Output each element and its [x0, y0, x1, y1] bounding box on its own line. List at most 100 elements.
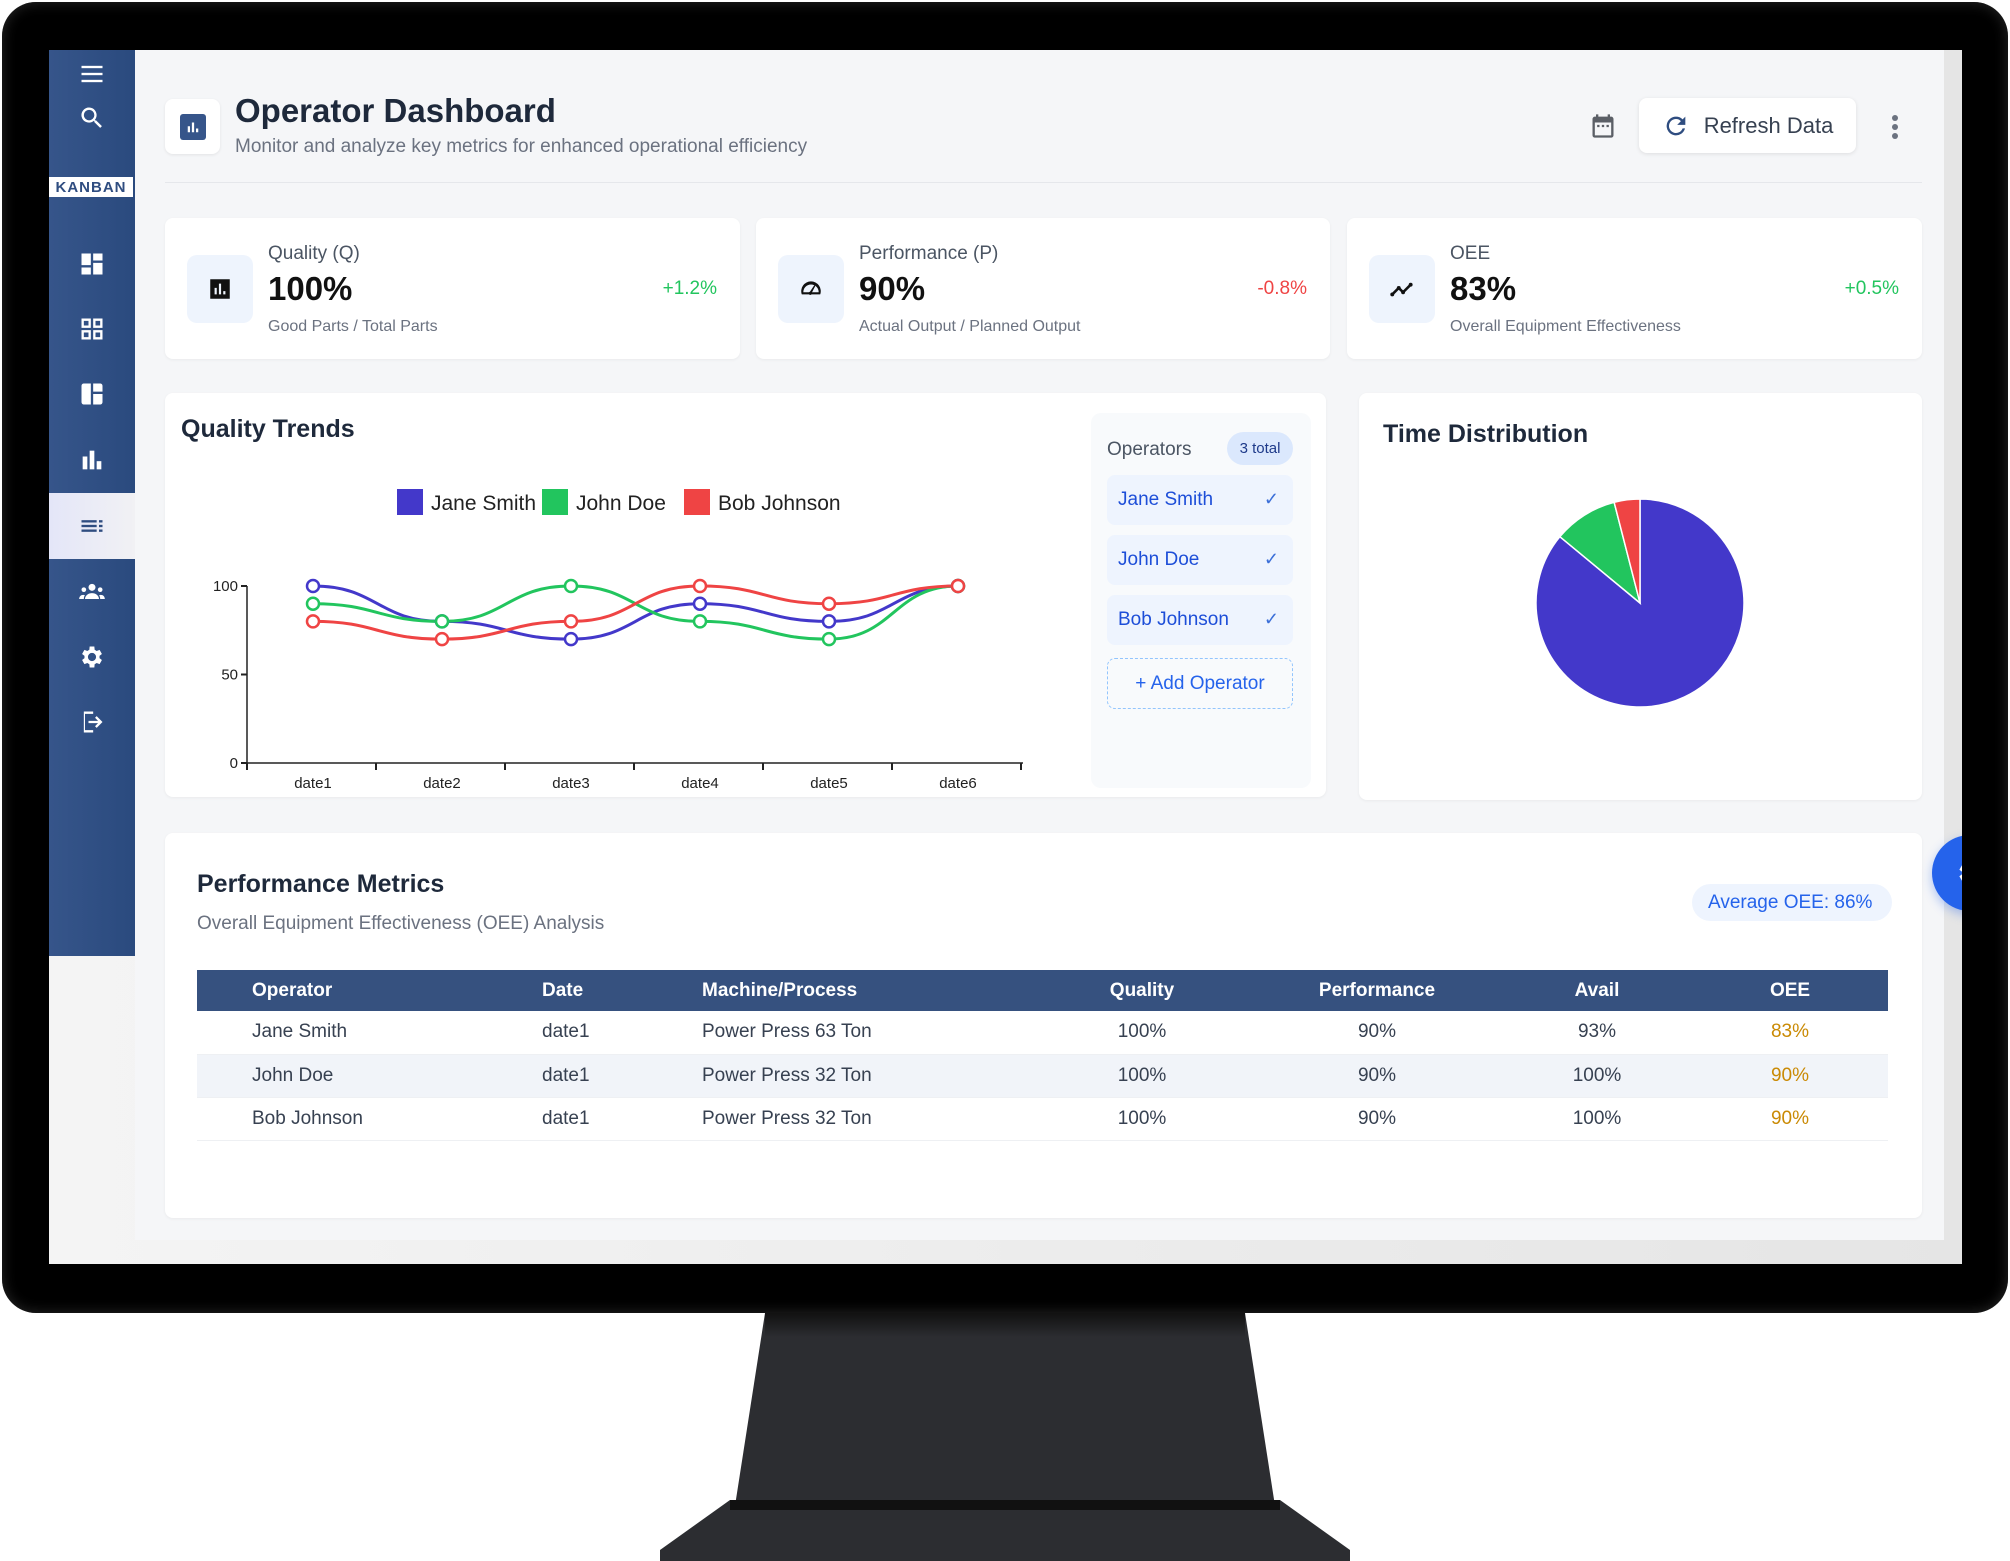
sidebar-item-settings[interactable]	[49, 625, 135, 689]
cell-performance: 90%	[1252, 1011, 1502, 1055]
kpi-label: OEE	[1450, 243, 1491, 264]
dashboard-icon	[81, 253, 103, 275]
column-header-performance[interactable]: Performance	[1252, 970, 1502, 1011]
data-point	[434, 614, 450, 629]
kpi-value: 100%	[268, 270, 353, 307]
cell-operator: John Doe	[197, 1054, 542, 1098]
column-header-quality[interactable]: Quality	[1032, 970, 1252, 1011]
check-icon: ✓	[1263, 489, 1279, 509]
performance-metrics-title: Performance Metrics	[197, 870, 445, 898]
kpi-icon-box	[1369, 255, 1435, 323]
bar-chart-icon	[187, 122, 198, 132]
x-tick-label: date5	[810, 775, 848, 792]
calendar-button[interactable]	[1586, 109, 1620, 143]
cell-quality: 100%	[1032, 1097, 1252, 1141]
sidebar-search-button[interactable]	[49, 86, 135, 150]
apps-grid-icon	[81, 318, 103, 340]
kpi-icon-box	[187, 255, 253, 323]
time-distribution-chart	[1535, 498, 1745, 708]
sidebar-item-logout[interactable]	[49, 690, 135, 754]
column-header-operator[interactable]: Operator	[197, 970, 542, 1011]
kpi-label: Performance (P)	[859, 243, 999, 264]
kpi-subtitle: Overall Equipment Effectiveness	[1450, 318, 1681, 335]
cell-oee: 83%	[1692, 1011, 1888, 1055]
y-tick-label: 100	[213, 578, 238, 595]
quality-trends-card: Quality Trends 0 50 100 date1 date2 date3 date…	[165, 393, 1326, 797]
operator-item[interactable]: Jane Smith ✓	[1107, 475, 1293, 525]
data-point	[305, 578, 321, 594]
bar-chart-icon	[210, 279, 230, 299]
more-options-button[interactable]	[1885, 112, 1905, 142]
table-row[interactable]: Jane Smith date1 Power Press 63 Ton 100%…	[197, 1011, 1888, 1055]
data-point	[305, 614, 321, 629]
add-operator-button[interactable]: + Add Operator	[1107, 658, 1293, 709]
sidebar-item-team[interactable]	[49, 560, 135, 624]
data-point	[692, 614, 708, 629]
data-point	[692, 596, 708, 611]
refresh-icon	[1666, 116, 1686, 135]
settings-icon	[82, 646, 102, 668]
cell-machine: Power Press 32 Ton	[702, 1054, 1032, 1098]
kpi-delta: +1.2%	[662, 278, 717, 299]
sidebar-item-analytics[interactable]	[49, 428, 135, 492]
settings-fab-button[interactable]	[1932, 835, 1962, 911]
legend-label: John Doe	[576, 492, 666, 515]
column-header-oee[interactable]: OEE	[1692, 970, 1888, 1011]
list-icon	[81, 520, 103, 532]
operator-name: John Doe	[1118, 549, 1200, 570]
x-tick-label: date6	[939, 775, 977, 792]
cell-avail: 100%	[1502, 1054, 1692, 1098]
x-tick-label: date2	[423, 775, 461, 792]
legend-swatch	[397, 489, 423, 515]
table-row[interactable]: John Doe date1 Power Press 32 Ton 100% 9…	[197, 1054, 1888, 1098]
legend-swatch	[542, 489, 568, 515]
column-header-machine[interactable]: Machine/Process	[702, 970, 1032, 1011]
performance-metrics-card: Performance Metrics Overall Equipment Ef…	[165, 833, 1922, 1218]
operator-name: Jane Smith	[1118, 489, 1214, 510]
bar-chart-icon	[82, 450, 102, 470]
operator-item[interactable]: Bob Johnson ✓	[1107, 595, 1293, 645]
sidebar-item-list[interactable]	[49, 493, 135, 559]
y-tick-label: 50	[221, 667, 238, 684]
quality-trends-chart: 0 50 100 date1 date2 date3 date4 date5 date6 Jane…	[213, 489, 1023, 792]
monitor-stand-base-edge	[730, 1500, 1280, 1510]
legend-label: Jane Smith	[431, 492, 536, 515]
data-point	[821, 614, 837, 629]
header-divider	[165, 182, 1922, 183]
kpi-icon-box	[778, 255, 844, 323]
operators-title: Operators	[1107, 439, 1192, 460]
table-row[interactable]: Bob Johnson date1 Power Press 32 Ton 100…	[197, 1097, 1888, 1141]
cell-date: date1	[542, 1097, 702, 1141]
kpi-card-quality: Quality (Q) 100% Good Parts / Total Part…	[165, 218, 740, 359]
cell-performance: 90%	[1252, 1097, 1502, 1141]
refresh-data-button[interactable]: Refresh Data	[1639, 98, 1856, 153]
data-point	[563, 578, 579, 594]
monitor-stand-shade	[765, 1313, 1245, 1337]
kpi-delta: +0.5%	[1844, 278, 1899, 299]
operators-count-badge: 3 total	[1227, 432, 1293, 465]
logout-icon	[83, 711, 103, 733]
sidebar-item-dashboard[interactable]	[49, 232, 135, 296]
sidebar: KANBAN	[49, 50, 135, 956]
data-point	[821, 631, 837, 647]
performance-table: Operator Date Machine/Process Quality Pe…	[197, 970, 1888, 1141]
column-header-date[interactable]: Date	[542, 970, 702, 1011]
series-line	[312, 584, 959, 641]
sidebar-item-layout[interactable]	[49, 362, 135, 426]
data-point	[692, 578, 708, 594]
kpi-delta: -0.8%	[1257, 278, 1307, 299]
performance-metrics-subtitle: Overall Equipment Effectiveness (OEE) An…	[197, 913, 605, 934]
layout-icon	[81, 383, 103, 405]
cell-oee: 90%	[1692, 1054, 1888, 1098]
x-tick-label: date3	[552, 775, 590, 792]
column-header-avail[interactable]: Avail	[1502, 970, 1692, 1011]
cell-date: date1	[542, 1011, 702, 1055]
operator-name: Bob Johnson	[1118, 609, 1229, 630]
cell-operator: Jane Smith	[197, 1011, 542, 1055]
data-point	[305, 596, 321, 611]
operator-item[interactable]: John Doe ✓	[1107, 535, 1293, 585]
cell-date: date1	[542, 1054, 702, 1098]
menu-icon	[81, 65, 103, 83]
sidebar-item-apps[interactable]	[49, 297, 135, 361]
cell-operator: Bob Johnson	[197, 1097, 542, 1141]
